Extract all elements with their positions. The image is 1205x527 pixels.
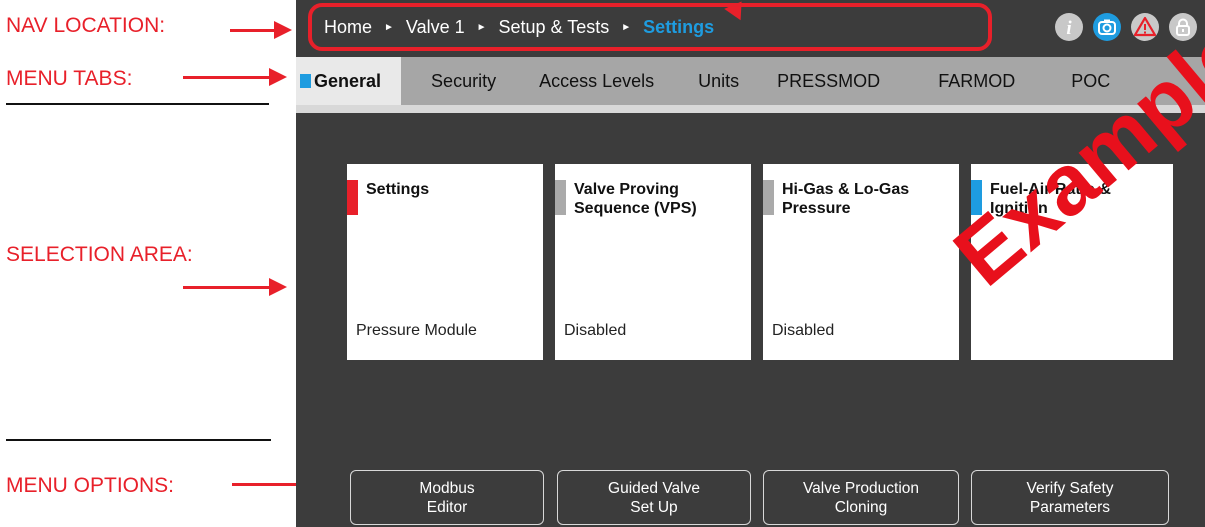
modbus-editor-button[interactable]: Modbus Editor <box>350 470 544 525</box>
button-label-line: Editor <box>426 498 468 516</box>
chevron-right-icon: ► <box>476 21 487 33</box>
card-marker <box>763 180 774 215</box>
tab-pressmod[interactable]: PRESSMOD <box>777 57 880 105</box>
active-tab-marker <box>300 74 311 88</box>
tab-general[interactable]: General <box>296 57 402 105</box>
tab-security[interactable]: Security <box>431 57 496 105</box>
card-title: Hi-Gas & Lo-Gas Pressure <box>782 181 910 217</box>
breadcrumb-home[interactable]: Home <box>324 17 372 38</box>
breadcrumb: Home ► Valve 1 ► Setup & Tests ► Setting… <box>308 3 992 51</box>
button-label-line: Guided Valve <box>608 479 700 497</box>
verify-safety-parameters-button[interactable]: Verify Safety Parameters <box>971 470 1169 525</box>
tab-access-levels[interactable]: Access Levels <box>539 57 654 105</box>
button-label-line: Valve Production <box>802 479 920 497</box>
card-status: Disabled <box>564 322 627 339</box>
menu-tabs: General Security Access Levels Units PRE… <box>296 57 1205 105</box>
tab-label: POC <box>1071 70 1111 91</box>
divider-line <box>6 103 269 105</box>
tab-label: FARMOD <box>938 70 1016 91</box>
tabs-underline <box>296 105 1205 113</box>
nav-location-annotation: NAV LOCATION: <box>6 14 166 37</box>
button-label-line: Set Up <box>630 498 678 516</box>
chevron-right-icon: ► <box>621 21 632 33</box>
card-status: Disabled <box>772 322 835 339</box>
card-hi-gas-lo-gas-pressure[interactable]: Hi-Gas & Lo-Gas Pressure Disabled <box>763 164 959 360</box>
valve-production-cloning-button[interactable]: Valve Production Cloning <box>763 470 959 525</box>
device-screen: Home ► Valve 1 ► Setup & Tests ► Setting… <box>296 0 1205 527</box>
card-title: Valve Proving Sequence (VPS) <box>574 181 697 217</box>
card-fuel-air-ratio-ignition[interactable]: Fuel-Air Ratio & Ignition <box>971 164 1173 360</box>
guided-valve-setup-button[interactable]: Guided Valve Set Up <box>557 470 751 525</box>
breadcrumb-valve[interactable]: Valve 1 <box>406 17 465 38</box>
selection-area-annotation: SELECTION AREA: <box>6 243 193 266</box>
chevron-right-icon: ► <box>384 21 394 33</box>
menu-options-annotation: MENU OPTIONS: <box>6 474 175 497</box>
info-icon[interactable]: i <box>1055 13 1083 41</box>
card-title: Fuel-Air Ratio & Ignition <box>990 181 1111 217</box>
menu-tabs-annotation: MENU TABS: <box>6 67 133 90</box>
card-title: Settings <box>366 181 430 198</box>
tab-label: General <box>314 70 382 91</box>
selection-area-arrow <box>183 278 287 296</box>
card-marker <box>555 180 566 215</box>
tab-farmod[interactable]: FARMOD <box>938 57 1015 105</box>
card-settings[interactable]: Settings Pressure Module <box>347 164 543 360</box>
tab-label: Access Levels <box>539 70 655 91</box>
card-marker <box>971 180 982 215</box>
tab-label: Units <box>698 70 740 91</box>
button-label-line: Parameters <box>1029 498 1111 516</box>
camera-icon[interactable] <box>1093 13 1121 41</box>
svg-text:i: i <box>1066 18 1072 39</box>
tab-label: Security <box>431 70 497 91</box>
card-valve-proving-sequence[interactable]: Valve Proving Sequence (VPS) Disabled <box>555 164 751 360</box>
tab-label: PRESSMOD <box>777 70 881 91</box>
nav-location-arrow <box>230 21 292 39</box>
breadcrumb-settings: Settings <box>643 16 715 37</box>
warning-icon[interactable] <box>1131 13 1159 41</box>
button-label-line: Cloning <box>834 498 888 516</box>
breadcrumb-setup-tests[interactable]: Setup & Tests <box>499 17 610 38</box>
lock-icon[interactable] <box>1169 13 1197 41</box>
tab-units[interactable]: Units <box>698 57 739 105</box>
button-label-line: Modbus <box>419 479 475 497</box>
divider-line <box>6 439 271 441</box>
nav-bar: Home ► Valve 1 ► Setup & Tests ► Setting… <box>296 0 1205 57</box>
menu-tabs-arrow <box>183 68 287 86</box>
tab-poc[interactable]: POC <box>1071 57 1110 105</box>
card-marker <box>347 180 358 215</box>
card-status: Pressure Module <box>356 322 477 339</box>
button-label-line: Verify Safety <box>1026 479 1114 497</box>
nav-icons: i <box>1055 13 1197 41</box>
